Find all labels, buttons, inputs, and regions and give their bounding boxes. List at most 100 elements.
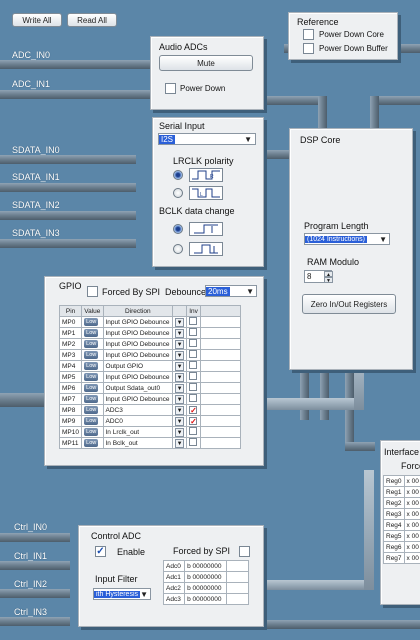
control-adc-value[interactable]: b 00000000	[184, 560, 227, 572]
gpio-inv-checkbox[interactable]	[189, 427, 198, 435]
gpio-value-toggle[interactable]: Low	[84, 384, 99, 392]
gpio-row: MP0 Low Input GPIO Debounce ▼	[58, 316, 241, 328]
gpio-inv-checkbox[interactable]	[189, 317, 198, 325]
input-filter-dropdown[interactable]: ith Hysteresis ▼	[93, 588, 151, 600]
ram-modulo-stepper-down-icon[interactable]: ▼	[324, 277, 333, 284]
gpio-direction-dropdown[interactable]: ▼	[172, 360, 188, 372]
interface-reg-value[interactable]: x 00	[403, 475, 420, 487]
gpio-direction-dropdown[interactable]: ▼	[172, 415, 188, 427]
gpio-value-toggle[interactable]: Low	[84, 351, 99, 359]
control-adc-title: Control ADC	[91, 531, 142, 541]
gpio-value-cell: Low	[81, 393, 104, 405]
program-length-value: (1024 Instructions)	[305, 235, 367, 243]
chevron-down-icon: ▼	[175, 372, 185, 382]
mute-button[interactable]: Mute	[159, 55, 253, 71]
chevron-down-icon: ▼	[175, 405, 185, 415]
svg-text:L: L	[200, 192, 203, 198]
interface-reg-value[interactable]: x 00	[403, 530, 420, 542]
read-all-button[interactable]: Read All	[67, 13, 117, 27]
interface-reg-value[interactable]: x 00	[403, 552, 420, 564]
gpio-inv-checkbox[interactable]	[189, 339, 198, 347]
gpio-direction-dropdown[interactable]: ▼	[172, 371, 188, 383]
gpio-inv-checkbox[interactable]	[189, 383, 198, 391]
gpio-header-direction: Direction	[102, 305, 174, 317]
gpio-direction[interactable]: In Bclk_out	[102, 437, 174, 449]
bclk-radio-falling[interactable]	[173, 244, 183, 254]
adc-in0-pipe	[0, 60, 152, 69]
gpio-inv-checkbox[interactable]	[189, 328, 198, 336]
zero-in-out-registers-button[interactable]: Zero In/Out Registers	[302, 294, 396, 314]
control-adc-forced-by-spi-checkbox[interactable]	[239, 546, 250, 557]
gpio-value-toggle[interactable]: Low	[84, 340, 99, 348]
gpio-blank-cell	[200, 360, 241, 372]
gpio-inv-cell	[186, 426, 201, 438]
gpio-direction[interactable]: Output Sdata_out0	[102, 382, 174, 394]
audio-power-down-checkbox[interactable]	[165, 83, 176, 94]
debounce-dropdown[interactable]: 20ms ▼	[205, 285, 257, 297]
bclk-radio-rising[interactable]	[173, 224, 183, 234]
gpio-direction-dropdown[interactable]: ▼	[172, 316, 188, 328]
gpio-direction-dropdown[interactable]: ▼	[172, 327, 188, 339]
gpio-inv-checkbox[interactable]	[189, 350, 198, 358]
gpio-direction[interactable]: Input GPIO Debounce	[102, 349, 174, 361]
serial-format-dropdown[interactable]: I2S ▼	[158, 133, 256, 145]
gpio-direction[interactable]: Output GPIO	[102, 360, 174, 372]
gpio-value-toggle[interactable]: Low	[84, 395, 99, 403]
gpio-value-toggle[interactable]: Low	[84, 318, 99, 326]
ram-modulo-label: RAM Modulo	[307, 257, 360, 267]
control-adc-forced-by-spi-label: Forced by SPI	[173, 546, 231, 556]
gpio-direction[interactable]: ADC0	[102, 415, 174, 427]
gpio-value-toggle[interactable]: Low	[84, 362, 99, 370]
gpio-direction-dropdown[interactable]: ▼	[172, 404, 188, 416]
power-down-buffer-checkbox[interactable]	[303, 43, 314, 54]
gpio-direction[interactable]: Input GPIO Debounce	[102, 393, 174, 405]
gpio-direction-dropdown[interactable]: ▼	[172, 382, 188, 394]
gpio-value-toggle[interactable]: Low	[84, 373, 99, 381]
interface-reg-value[interactable]: x 00	[403, 508, 420, 520]
control-adc-value[interactable]: b 00000000	[184, 582, 227, 594]
gpio-inv-checkbox[interactable]	[189, 372, 198, 380]
interface-row: Reg7 x 00	[383, 552, 420, 564]
control-adc-value[interactable]: b 00000000	[184, 571, 227, 583]
gpio-forced-by-spi-checkbox[interactable]	[87, 286, 98, 297]
gpio-inv-checkbox[interactable]	[189, 394, 198, 402]
control-adc-panel: Control ADC ✓ Enable Forced by SPI Input…	[78, 525, 264, 627]
gpio-direction[interactable]: Input GPIO Debounce	[102, 327, 174, 339]
control-adc-enable-checkbox[interactable]: ✓	[95, 546, 106, 557]
gpio-value-toggle[interactable]: Low	[84, 417, 99, 425]
gpio-value-toggle[interactable]: Low	[84, 428, 99, 436]
gpio-direction[interactable]: Input GPIO Debounce	[102, 316, 174, 328]
gpio-direction-dropdown[interactable]: ▼	[172, 393, 188, 405]
lrclk-polarity-radio-normal[interactable]	[173, 170, 183, 180]
gpio-inv-checkbox[interactable]: ✓	[189, 405, 198, 414]
gpio-value-cell: Low	[81, 327, 104, 339]
control-adc-row: Adc2 b 00000000	[162, 582, 249, 594]
gpio-value-toggle[interactable]: Low	[84, 329, 99, 337]
gpio-value-toggle[interactable]: Low	[84, 406, 99, 414]
gpio-inv-checkbox[interactable]	[189, 361, 198, 369]
ctrl-in0-pipe	[0, 533, 70, 542]
power-down-core-checkbox[interactable]	[303, 29, 314, 40]
interface-reg-value[interactable]: x 00	[403, 541, 420, 553]
interface-reg-value[interactable]: x 00	[403, 519, 420, 531]
gpio-direction[interactable]: ADC3	[102, 404, 174, 416]
lrclk-polarity-radio-inverted[interactable]	[173, 188, 183, 198]
gpio-direction-dropdown[interactable]: ▼	[172, 338, 188, 350]
gpio-direction-dropdown[interactable]: ▼	[172, 437, 188, 449]
gpio-direction[interactable]: Input GPIO Debounce	[102, 338, 174, 350]
clock-edge-icon	[194, 244, 218, 254]
gpio-inv-checkbox[interactable]	[189, 438, 198, 446]
control-adc-blank	[226, 560, 249, 572]
program-length-dropdown[interactable]: (1024 Instructions) ▼	[304, 233, 390, 245]
gpio-direction-dropdown[interactable]: ▼	[172, 426, 188, 438]
gpio-value-toggle[interactable]: Low	[84, 439, 99, 447]
adc-in0-label: ADC_IN0	[12, 50, 51, 60]
gpio-direction[interactable]: In Lrclk_out	[102, 426, 174, 438]
gpio-direction[interactable]: Input GPIO Debounce	[102, 371, 174, 383]
write-all-button[interactable]: Write All	[12, 13, 62, 27]
gpio-inv-checkbox[interactable]: ✓	[189, 416, 198, 425]
gpio-direction-dropdown[interactable]: ▼	[172, 349, 188, 361]
interface-reg-value[interactable]: x 00	[403, 486, 420, 498]
control-adc-value[interactable]: b 00000000	[184, 593, 227, 605]
interface-reg-value[interactable]: x 00	[403, 497, 420, 509]
